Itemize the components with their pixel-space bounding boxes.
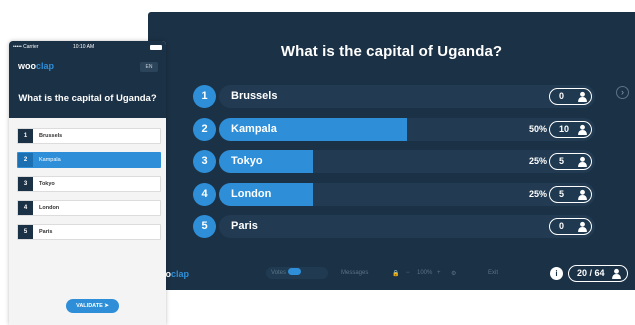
wooclap-logo: wooclap [18,61,55,71]
user-icon [578,91,587,102]
choice-number: 3 [18,177,33,191]
answer-bar: Brussels 0 [219,85,595,108]
answer-bar: Tokyo 25% 5 [219,150,595,173]
answer-count-badge: 10 [549,120,592,138]
presenter-question: What is the capital of Uganda? [280,43,503,60]
answer-count: 5 [559,188,565,199]
send-icon: ➤ [104,303,109,309]
answer-count: 0 [559,221,565,231]
choice-number: 1 [18,129,33,143]
choice-label: London [39,205,60,211]
settings-icon[interactable]: ⚙ [451,270,456,277]
battery-icon [150,45,162,50]
zoom-out-icon[interactable]: − [406,270,410,276]
answer-row: 5 Paris 0 [193,215,603,238]
phone-question: What is the capital of Uganda? [18,93,157,104]
answer-percent: 25% [528,188,547,199]
answer-list: 1 Brussels 0 2 Kampala 50% 10 3 Tokyo 25… [193,85,603,248]
choice-label: Tokyo [39,181,55,187]
zoom-in-icon[interactable]: + [437,270,441,276]
answer-row: 3 Tokyo 25% 5 [193,150,603,173]
status-time: 10:10 AM [73,44,95,50]
answer-number: 1 [193,85,216,108]
user-icon [578,189,587,200]
answer-count-badge: 0 [549,88,592,105]
answer-row: 1 Brussels 0 [193,85,603,108]
answer-count-badge: 5 [549,153,592,170]
answer-bar: Kampala 50% 10 [219,117,595,141]
answer-number: 4 [193,182,216,206]
language-button[interactable]: EN [140,62,158,72]
phone-mockup: ••••• Carrier 10:10 AM wooclap EN What i… [9,41,166,325]
answer-label: Kampala [231,122,277,135]
answer-number: 3 [193,150,216,173]
answer-row: 2 Kampala 50% 10 [193,117,603,141]
validate-button[interactable]: VALIDATE ➤ [66,299,119,313]
zoom-level: 100% [417,270,433,276]
lock-icon[interactable]: 🔒 [392,270,399,277]
carrier-label: ••••• Carrier [13,44,39,50]
choice-label: Paris [39,229,53,235]
messages-button[interactable]: Messages [341,270,368,276]
answer-number: 5 [193,215,216,238]
answer-number: 2 [193,117,216,141]
user-icon [578,124,587,135]
choice-number: 2 [18,153,33,167]
answer-percent: 25% [528,156,547,166]
choice-label: Brussels [39,133,63,139]
info-icon[interactable]: i [550,267,563,280]
choice-item-selected[interactable]: 2 Kampala [17,152,161,168]
answer-count-badge: 5 [549,185,592,203]
answer-count: 10 [559,123,570,134]
choice-number: 4 [18,201,33,215]
answer-percent: 50% [528,123,547,134]
presenter-toolbar: ooclap Votes Messages 🔒 − 100% + ⚙ Exit … [148,258,635,290]
answer-count: 0 [559,91,565,101]
participants-count: 20 / 64 [577,268,605,278]
answer-count-badge: 0 [549,218,592,235]
choice-item[interactable]: 4 London [17,200,161,216]
answer-count: 5 [559,156,565,166]
user-icon [578,221,587,232]
choice-label: Kampala [39,157,61,163]
phone-header: ••••• Carrier 10:10 AM wooclap EN What i… [9,41,166,118]
user-icon [612,268,621,279]
participants-counter: 20 / 64 [568,265,628,282]
user-icon [578,156,587,167]
answer-row: 4 London 25% 5 [193,182,603,206]
votes-toggle[interactable]: Votes [266,267,328,279]
choice-item[interactable]: 3 Tokyo [17,176,161,192]
status-bar: ••••• Carrier 10:10 AM [13,44,162,52]
answer-bar: Paris 0 [219,215,595,238]
choice-item[interactable]: 1 Brussels [17,128,161,144]
exit-button[interactable]: Exit [488,270,498,276]
answer-label: Brussels [231,90,278,102]
next-question-icon[interactable]: › [616,86,629,99]
answer-label: Paris [231,220,258,232]
answer-label: London [231,187,272,200]
presenter-screen: What is the capital of Uganda? ‹ › 1 Bru… [148,12,635,290]
choice-number: 5 [18,225,33,239]
answer-label: Tokyo [231,155,263,167]
choice-item[interactable]: 5 Paris [17,224,161,240]
choice-list: 1 Brussels 2 Kampala 3 Tokyo 4 London 5 … [17,128,161,248]
answer-bar: London 25% 5 [219,182,595,206]
